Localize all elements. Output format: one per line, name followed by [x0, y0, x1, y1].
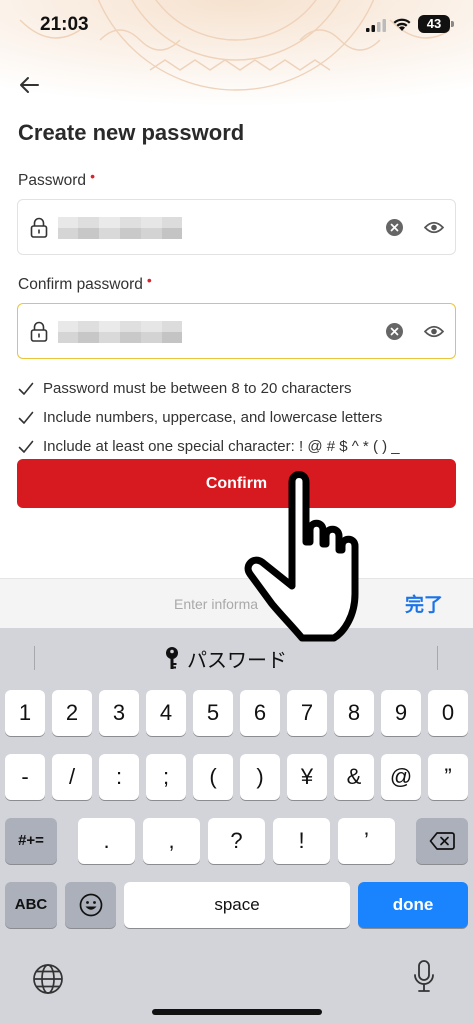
lock-icon: [30, 217, 48, 238]
key-quote[interactable]: ”: [428, 754, 468, 800]
cellular-signal-icon: [366, 19, 386, 32]
home-indicator: [152, 1009, 322, 1015]
keyboard-accessory-bar: Enter informa 完了: [0, 578, 473, 628]
rule-item: Include numbers, uppercase, and lowercas…: [18, 403, 458, 432]
required-mark: •: [146, 272, 152, 288]
password-field[interactable]: [17, 199, 456, 255]
key-8[interactable]: 8: [334, 690, 374, 736]
rule-item: Include at least one special character: …: [18, 432, 458, 461]
key-7[interactable]: 7: [287, 690, 327, 736]
key-0[interactable]: 0: [428, 690, 468, 736]
emoji-key[interactable]: [65, 882, 116, 928]
key-question[interactable]: ?: [208, 818, 265, 864]
key-close-paren[interactable]: ): [240, 754, 280, 800]
rule-item: Password must be between 8 to 20 charact…: [18, 374, 458, 403]
key-6[interactable]: 6: [240, 690, 280, 736]
emoji-icon: [79, 893, 102, 917]
key-hyphen[interactable]: -: [5, 754, 45, 800]
suggestion-divider: [34, 646, 35, 670]
password-rules: Password must be between 8 to 20 charact…: [18, 374, 458, 461]
battery-icon: 43: [418, 15, 450, 33]
clear-icon[interactable]: [386, 323, 403, 340]
check-icon: [18, 382, 34, 395]
confirm-password-label: Confirm password •: [18, 272, 152, 294]
key-colon[interactable]: :: [99, 754, 139, 800]
eye-icon[interactable]: [424, 219, 444, 236]
eye-icon[interactable]: [424, 323, 444, 340]
globe-icon[interactable]: [32, 963, 64, 995]
keyboard: パスワード 1 2 3 4 5 6 7 8 9 0 - / : ; ( ) ¥ …: [0, 628, 473, 1024]
rule-text: Password must be between 8 to 20 charact…: [43, 380, 352, 397]
page-title: Create new password: [18, 120, 245, 145]
key-period[interactable]: .: [78, 818, 135, 864]
lock-icon: [30, 321, 48, 342]
password-label-text: Password: [18, 172, 87, 189]
key-9[interactable]: 9: [381, 690, 421, 736]
suggestion-divider: [437, 646, 438, 670]
accessory-placeholder: Enter informa: [174, 596, 259, 612]
back-arrow-icon[interactable]: [16, 72, 46, 98]
done-key[interactable]: done: [358, 882, 468, 928]
key-3[interactable]: 3: [99, 690, 139, 736]
check-icon: [18, 411, 34, 424]
key-exclamation[interactable]: !: [273, 818, 330, 864]
suggestion-text: パスワード: [187, 649, 287, 672]
check-icon: [18, 440, 34, 453]
key-icon: [166, 647, 178, 669]
confirm-masked-value: [58, 321, 182, 343]
backspace-icon: [429, 832, 455, 850]
password-masked-value: [58, 217, 182, 239]
rule-text: Include numbers, uppercase, and lowercas…: [43, 409, 383, 426]
key-comma[interactable]: ,: [143, 818, 200, 864]
suggestion-bar: パスワード: [0, 628, 473, 686]
delete-key[interactable]: [416, 818, 468, 864]
key-5[interactable]: 5: [193, 690, 233, 736]
battery-tip: [451, 21, 454, 27]
confirm-label-text: Confirm password: [18, 276, 143, 293]
key-open-paren[interactable]: (: [193, 754, 233, 800]
status-bar: 21:03 43: [0, 0, 473, 50]
status-time: 21:03: [40, 14, 89, 35]
wifi-icon: [393, 18, 411, 31]
key-at[interactable]: @: [381, 754, 421, 800]
key-1[interactable]: 1: [5, 690, 45, 736]
clear-icon[interactable]: [386, 219, 403, 236]
key-2[interactable]: 2: [52, 690, 92, 736]
confirm-password-field[interactable]: [17, 303, 456, 359]
confirm-button[interactable]: Confirm: [17, 459, 456, 508]
abc-key[interactable]: ABC: [5, 882, 57, 928]
key-semicolon[interactable]: ;: [146, 754, 186, 800]
key-yen[interactable]: ¥: [287, 754, 327, 800]
key-ampersand[interactable]: &: [334, 754, 374, 800]
password-suggestion[interactable]: パスワード: [163, 644, 287, 672]
space-key[interactable]: space: [124, 882, 350, 928]
password-label: Password •: [18, 168, 95, 190]
done-link[interactable]: 完了: [405, 590, 443, 617]
key-apostrophe[interactable]: ’: [338, 818, 395, 864]
symbols-toggle-key[interactable]: #+=: [5, 818, 57, 864]
required-mark: •: [90, 168, 95, 184]
rule-text: Include at least one special character: …: [43, 438, 400, 455]
key-4[interactable]: 4: [146, 690, 186, 736]
key-slash[interactable]: /: [52, 754, 92, 800]
microphone-icon[interactable]: [413, 960, 435, 994]
